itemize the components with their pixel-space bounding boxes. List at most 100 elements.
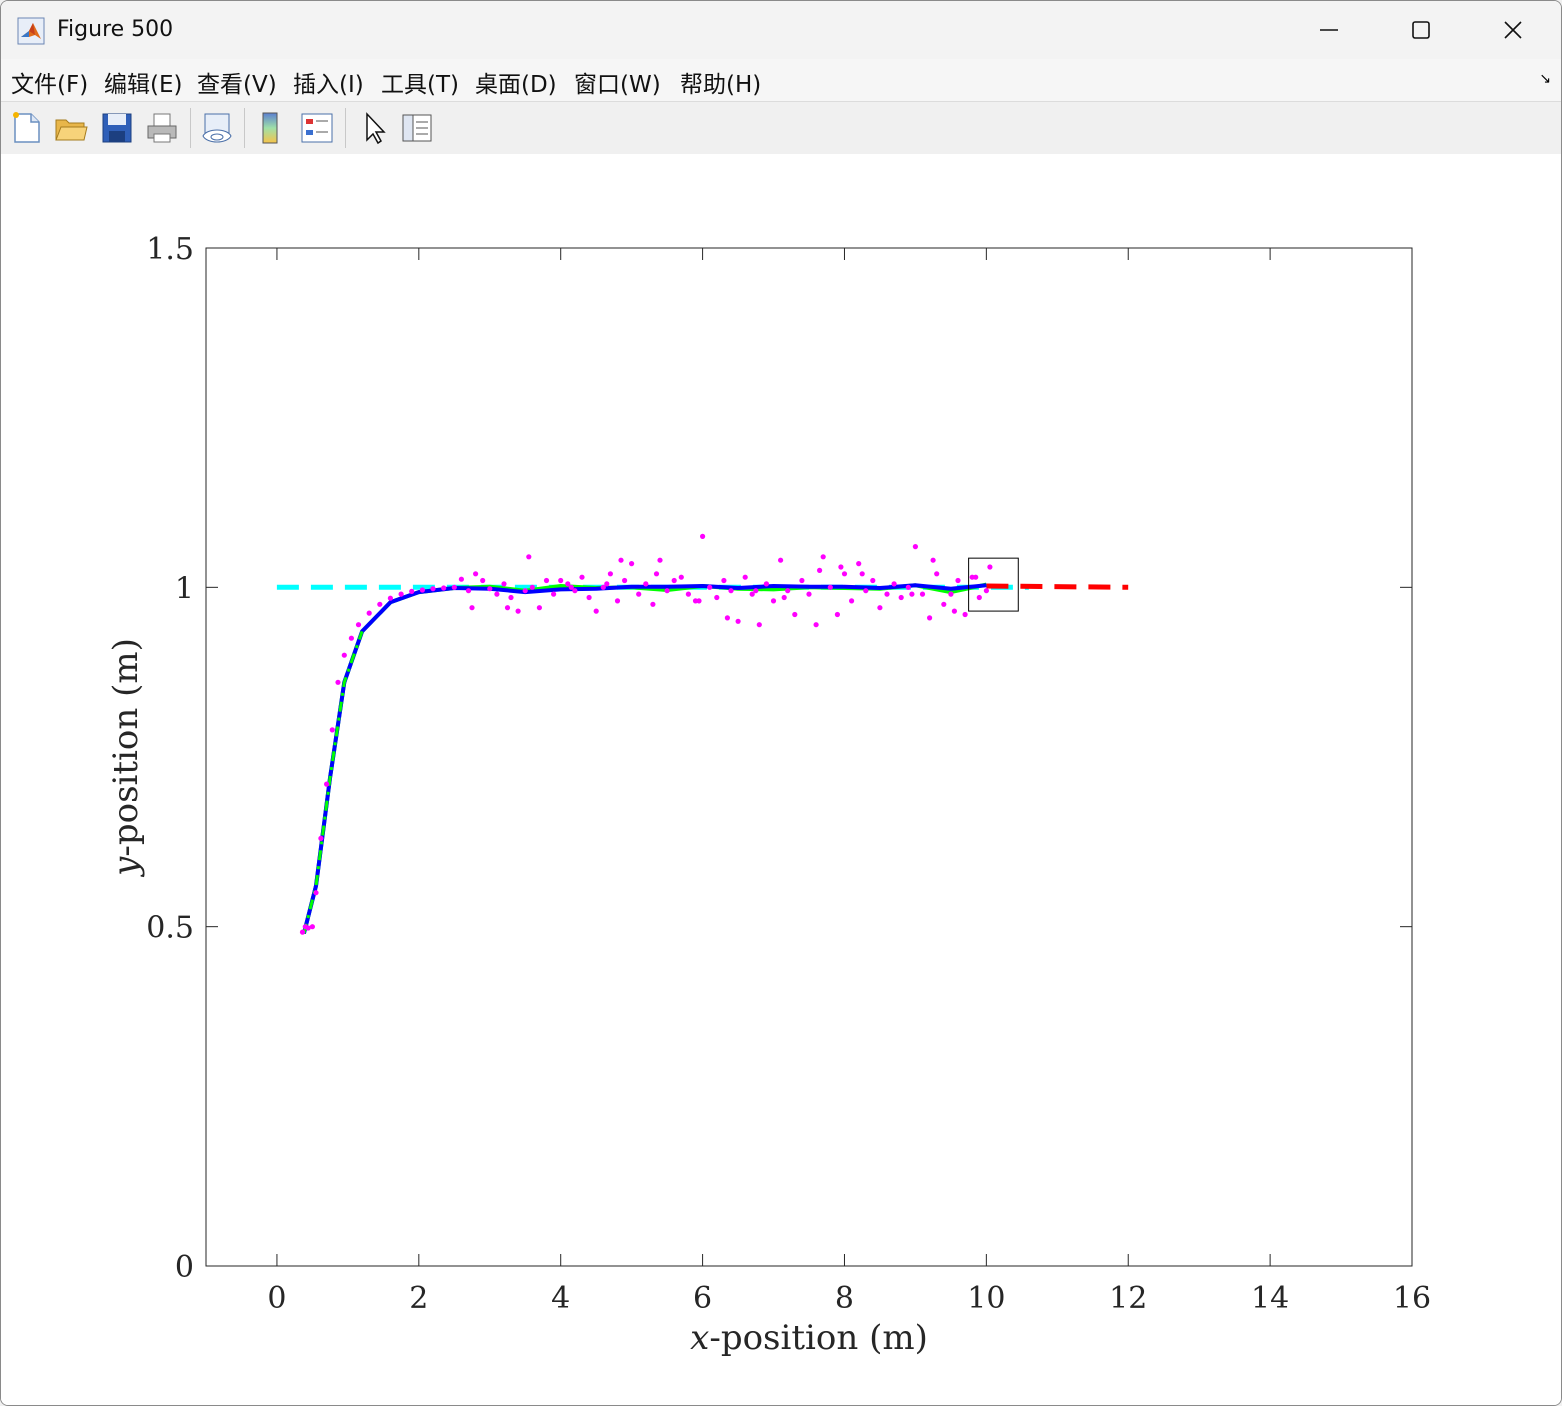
measurement-point	[849, 598, 855, 604]
measurement-point	[834, 611, 841, 618]
x-tick-label: 6	[693, 1281, 712, 1316]
y-axis-label-text: -position (m)	[106, 638, 146, 857]
measurement-point	[515, 608, 521, 614]
measurement-point	[983, 588, 990, 594]
edit-plot-pointer-icon[interactable]	[357, 110, 393, 146]
measurement-point	[643, 581, 649, 587]
measurement-point	[324, 781, 330, 787]
axes-box	[205, 247, 1413, 1267]
x-tick-label: 12	[1109, 1281, 1147, 1316]
measurement-point	[856, 561, 862, 567]
measurement-point	[441, 585, 447, 591]
x-axis-label-text: -position (m)	[709, 1318, 928, 1358]
legend-icon[interactable]	[299, 110, 335, 146]
measurement-point	[813, 622, 819, 628]
measurement-point	[629, 561, 635, 567]
y-tick-label: 1	[175, 571, 194, 606]
measurement-point	[480, 577, 486, 584]
dock-arrow-icon[interactable]: ↘	[1539, 71, 1551, 87]
smoothed-estimate-line	[301, 582, 987, 934]
x-tick-label: 14	[1251, 1281, 1289, 1316]
plot-marks	[276, 533, 1129, 935]
measurement-point	[430, 586, 436, 592]
measurement-point	[664, 588, 670, 594]
menu-edit[interactable]: 编辑(E)	[104, 65, 182, 99]
measurement-point	[909, 591, 915, 597]
link-plot-icon[interactable]	[199, 110, 235, 146]
measurement-point	[318, 835, 324, 842]
menu-bar: 文件(F) 编辑(E) 查看(V) 插入(I) 工具(T) 桌面(D) 窗口(W…	[1, 59, 1561, 101]
property-inspector-icon[interactable]	[399, 110, 435, 146]
menu-help[interactable]: 帮助(H)	[680, 65, 761, 99]
measurement-point	[934, 571, 940, 577]
open-file-icon[interactable]	[53, 110, 89, 146]
x-tick-label: 16	[1393, 1281, 1431, 1316]
measurement-point	[785, 588, 791, 594]
colorbar-icon[interactable]	[253, 110, 289, 146]
measurement-point	[487, 586, 493, 592]
save-icon[interactable]	[99, 110, 135, 146]
measurement-point	[469, 605, 475, 611]
measurement-point	[622, 577, 628, 584]
measurement-point	[898, 594, 904, 601]
print-icon[interactable]	[144, 110, 180, 146]
toolbar-separator	[190, 108, 191, 148]
measurement-point	[299, 929, 306, 935]
measurement-point	[508, 594, 514, 601]
menu-insert[interactable]: 插入(I)	[293, 65, 364, 99]
measurement-point	[313, 890, 319, 896]
menu-view[interactable]: 查看(V)	[197, 65, 277, 99]
measurement-point	[579, 574, 585, 580]
close-icon	[1504, 21, 1522, 39]
measurement-point	[473, 571, 479, 577]
measurement-point	[348, 635, 354, 641]
y-axis-label: y-position (m)	[106, 638, 146, 878]
measurement-point	[870, 577, 876, 584]
measurement-point	[696, 598, 702, 604]
menu-file[interactable]: 文件(F)	[11, 65, 88, 99]
measurement-point	[820, 554, 826, 560]
new-figure-icon[interactable]	[9, 110, 45, 146]
measurement-point	[770, 598, 777, 604]
measurement-point	[735, 618, 741, 624]
measurement-point	[700, 533, 706, 540]
measurement-point	[792, 611, 798, 618]
measurement-point	[366, 610, 372, 616]
measurement-point	[962, 611, 968, 618]
measurement-point	[387, 595, 393, 601]
measurement-point	[685, 591, 692, 597]
measurement-point	[657, 557, 663, 563]
measurement-point	[504, 605, 511, 611]
x-axis-label-var: x	[690, 1318, 709, 1358]
measurement-point	[806, 591, 812, 597]
measurement-point	[721, 577, 727, 584]
svg-text:x-position (m): x-position (m)	[690, 1318, 928, 1358]
menu-tools[interactable]: 工具(T)	[381, 65, 459, 99]
measurement-point	[522, 588, 528, 594]
svg-text:y-position (m): y-position (m)	[106, 638, 146, 878]
measurement-point	[604, 581, 610, 587]
toolbar-separator	[345, 108, 346, 148]
measurement-point	[355, 622, 362, 628]
figure-canvas: 0 2 4 6 8 10 12 14 16 0 0.5 1 1.5 x-position (m) y-p…	[1, 154, 1561, 1405]
measurement-point	[817, 567, 823, 574]
trajectory-plot[interactable]: 0 2 4 6 8 10 12 14 1600.511.5 x-position (m) y-p…	[1, 154, 1561, 1405]
menu-desktop[interactable]: 桌面(D)	[475, 65, 557, 99]
measurement-point	[607, 571, 614, 577]
maximize-button[interactable]	[1375, 1, 1467, 59]
menu-window[interactable]: 窗口(W)	[574, 65, 661, 99]
measurement-point	[377, 601, 383, 607]
title-bar[interactable]: Figure 500	[1, 1, 1561, 59]
measurement-point	[551, 591, 557, 597]
close-button[interactable]	[1467, 1, 1559, 59]
measurement-point	[951, 608, 958, 614]
x-tick-label: 0	[267, 1281, 286, 1316]
measurement-point	[838, 564, 844, 570]
minimize-button[interactable]	[1283, 1, 1375, 59]
measurement-point	[678, 574, 684, 580]
measurement-point	[753, 588, 759, 594]
measurement-point	[586, 594, 592, 601]
measurement-point	[636, 591, 642, 597]
y-tick-label: 1.5	[146, 232, 194, 267]
measurement-point	[451, 584, 457, 590]
